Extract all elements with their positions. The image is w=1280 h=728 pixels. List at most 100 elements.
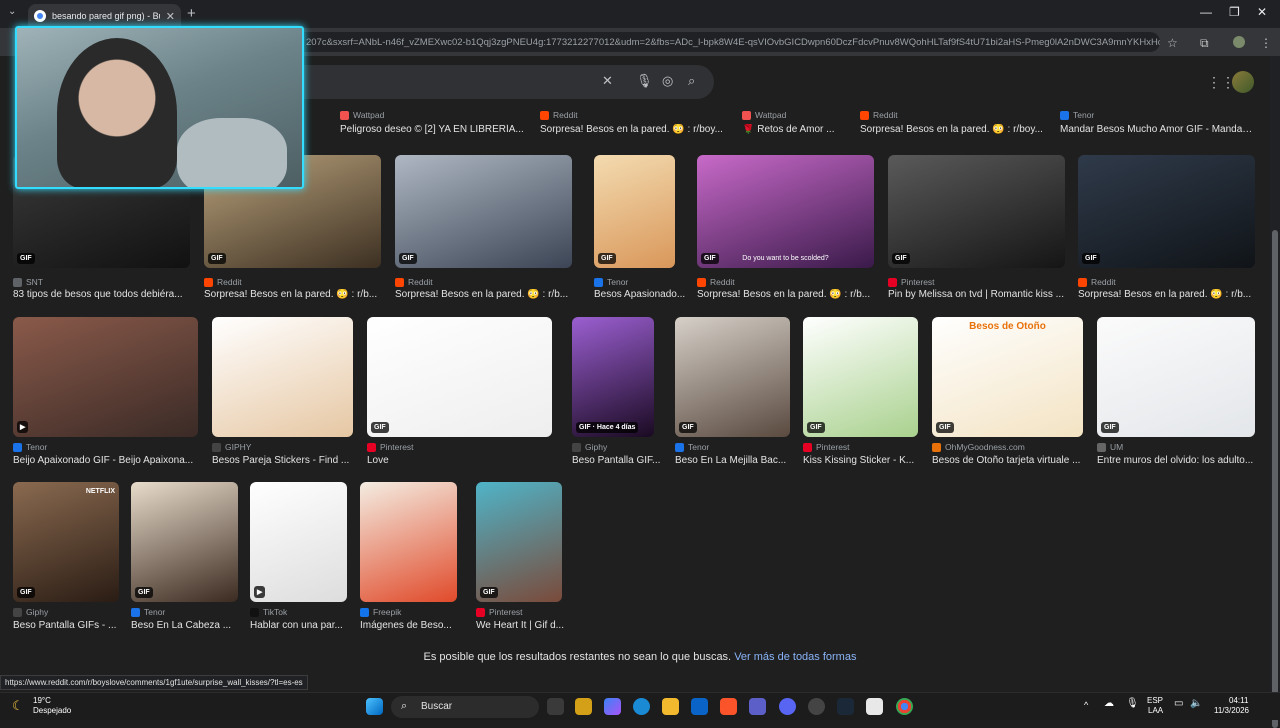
- result-thumbnail[interactable]: GIF: [803, 317, 918, 437]
- edge-icon[interactable]: [633, 698, 650, 715]
- close-tab-icon[interactable]: ✕: [166, 10, 175, 23]
- result-source[interactable]: UM: [1097, 442, 1123, 452]
- result-thumbnail[interactable]: NETFLIX GIF: [13, 482, 119, 602]
- result-source[interactable]: Tenor: [13, 442, 47, 452]
- result-source[interactable]: Reddit: [204, 277, 242, 287]
- avatar[interactable]: [1232, 71, 1254, 93]
- menu-icon[interactable]: ⋮: [1260, 36, 1272, 50]
- clock-time[interactable]: 04:11: [1229, 696, 1248, 706]
- extensions-icon[interactable]: ⧉: [1200, 36, 1209, 51]
- microphone-icon[interactable]: 🎙: [1126, 699, 1139, 709]
- maximize-icon[interactable]: ❐: [1229, 5, 1240, 19]
- result-title[interactable]: 83 tipos de besos que todos debiéra...: [13, 289, 196, 300]
- result-source[interactable]: Wattpad: [742, 110, 786, 120]
- result-title[interactable]: Sorpresa! Besos en la pared. 😳 : r/boy..…: [540, 124, 735, 135]
- result-title[interactable]: Beso Pantalla GIF...: [572, 455, 682, 466]
- result-source[interactable]: TikTok: [250, 607, 287, 617]
- result-thumbnail[interactable]: GIF: [594, 155, 675, 268]
- result-source[interactable]: Reddit: [540, 110, 578, 120]
- result-source[interactable]: Reddit: [860, 110, 898, 120]
- result-title[interactable]: Sorpresa! Besos en la pared. 😳 : r/b...: [395, 289, 578, 300]
- result-source[interactable]: SNT: [13, 277, 43, 287]
- result-title[interactable]: Kiss Kissing Sticker - K...: [803, 455, 924, 466]
- result-thumbnail[interactable]: GIF: [367, 317, 552, 437]
- clear-search-icon[interactable]: ✕: [602, 73, 613, 89]
- result-title[interactable]: Sorpresa! Besos en la pared. 😳 : r/boy..…: [860, 124, 1055, 135]
- new-tab-button[interactable]: +: [187, 5, 196, 22]
- result-source[interactable]: Tenor: [675, 442, 709, 452]
- result-thumbnail[interactable]: ▶: [250, 482, 347, 602]
- teams-icon[interactable]: [749, 698, 766, 715]
- search-icon[interactable]: ⌕: [688, 73, 695, 89]
- result-thumbnail[interactable]: Do you want to be scolded? GIF: [697, 155, 874, 268]
- lens-search-icon[interactable]: ◎: [662, 73, 673, 89]
- windows-start-icon[interactable]: [366, 698, 383, 715]
- result-source[interactable]: Pinterest: [888, 277, 935, 287]
- profile-icon[interactable]: [1233, 36, 1245, 48]
- network-icon[interactable]: ▭: [1174, 699, 1183, 709]
- result-source[interactable]: Pinterest: [367, 442, 414, 452]
- result-source[interactable]: Giphy: [13, 607, 48, 617]
- tab-list-icon[interactable]: ⌄: [8, 6, 16, 17]
- result-title[interactable]: Pin by Melissa on tvd | Romantic kiss ..…: [888, 289, 1071, 300]
- result-thumbnail[interactable]: GIF: [1097, 317, 1255, 437]
- file-explorer-icon[interactable]: [662, 698, 679, 715]
- result-title[interactable]: Beijo Apaixonado GIF - Beijo Apaixona...: [13, 455, 204, 466]
- scrollbar[interactable]: [1270, 56, 1280, 728]
- clock-date[interactable]: 11/3/2026: [1214, 706, 1249, 716]
- keyboard-layout[interactable]: LAA: [1148, 706, 1163, 716]
- language-code[interactable]: ESP: [1147, 696, 1163, 706]
- result-thumbnail[interactable]: GIF: [476, 482, 562, 602]
- result-title[interactable]: Beso Pantalla GIFs - ...: [13, 620, 125, 631]
- obs-icon[interactable]: [808, 698, 825, 715]
- result-source[interactable]: Pinterest: [476, 607, 523, 617]
- result-source[interactable]: OhMyGoodness.com: [932, 442, 1025, 452]
- result-thumbnail[interactable]: Besos de Otoño GIF: [932, 317, 1083, 437]
- result-title[interactable]: Besos Pareja Stickers - Find ...: [212, 455, 359, 466]
- result-source[interactable]: Reddit: [697, 277, 735, 287]
- result-title[interactable]: Besos Apasionado...: [594, 289, 704, 300]
- tray-overflow-icon[interactable]: ^: [1084, 700, 1088, 710]
- result-title[interactable]: Beso En La Cabeza ...: [131, 620, 244, 631]
- result-title[interactable]: Peligroso deseo © [2] YA EN LIBRERÍA...: [340, 124, 535, 135]
- minimize-icon[interactable]: —: [1200, 5, 1212, 19]
- taskbar-search[interactable]: ⌕ Buscar: [391, 696, 539, 718]
- result-title[interactable]: Sorpresa! Besos en la pared. 😳 : r/b...: [204, 289, 387, 300]
- result-title[interactable]: Love: [367, 455, 558, 466]
- brave-icon[interactable]: [720, 698, 737, 715]
- close-window-icon[interactable]: ✕: [1257, 5, 1267, 19]
- result-thumbnail[interactable]: [360, 482, 457, 602]
- steam-icon[interactable]: [837, 698, 854, 715]
- task-view-icon[interactable]: [547, 698, 564, 715]
- copilot-icon[interactable]: [604, 698, 621, 715]
- voice-search-icon[interactable]: 🎙: [636, 73, 653, 89]
- volume-icon[interactable]: 🔈: [1190, 699, 1202, 709]
- result-title[interactable]: Hablar con una par...: [250, 620, 360, 631]
- result-thumbnail[interactable]: GIF: [888, 155, 1065, 268]
- result-thumbnail[interactable]: GIF: [1078, 155, 1255, 268]
- bookmark-star-icon[interactable]: ☆: [1167, 36, 1178, 50]
- result-title[interactable]: Mandar Besos Mucho Amor GIF - Mandar ...: [1060, 124, 1255, 135]
- capcut-icon[interactable]: [866, 698, 883, 715]
- result-title[interactable]: Besos de Otoño tarjeta virtuale ...: [932, 455, 1089, 466]
- result-source[interactable]: Tenor: [594, 277, 628, 287]
- result-title[interactable]: Sorpresa! Besos en la pared. 😳 : r/b...: [1078, 289, 1261, 300]
- result-title[interactable]: Entre muros del olvido: los adulto...: [1097, 455, 1261, 466]
- result-source[interactable]: Wattpad: [340, 110, 384, 120]
- result-thumbnail[interactable]: [212, 317, 353, 437]
- result-title[interactable]: Beso En La Mejilla Bac...: [675, 455, 796, 466]
- result-source[interactable]: Freepik: [360, 607, 401, 617]
- result-thumbnail[interactable]: GIF: [395, 155, 572, 268]
- result-source[interactable]: Pinterest: [803, 442, 850, 452]
- result-title[interactable]: We Heart It | Gif d...: [476, 620, 586, 631]
- result-thumbnail[interactable]: GIF: [131, 482, 238, 602]
- result-source[interactable]: Tenor: [1060, 110, 1094, 120]
- tray-app-icon[interactable]: ☁: [1104, 699, 1114, 709]
- browser-tab[interactable]: besando pared gif png) - Busc ✕: [28, 4, 181, 28]
- result-thumbnail[interactable]: ▶: [13, 317, 198, 437]
- outlook-icon[interactable]: [691, 698, 708, 715]
- store-icon[interactable]: [575, 698, 592, 715]
- result-source[interactable]: Tenor: [131, 607, 165, 617]
- result-source[interactable]: GIPHY: [212, 442, 251, 452]
- result-source[interactable]: Giphy: [572, 442, 607, 452]
